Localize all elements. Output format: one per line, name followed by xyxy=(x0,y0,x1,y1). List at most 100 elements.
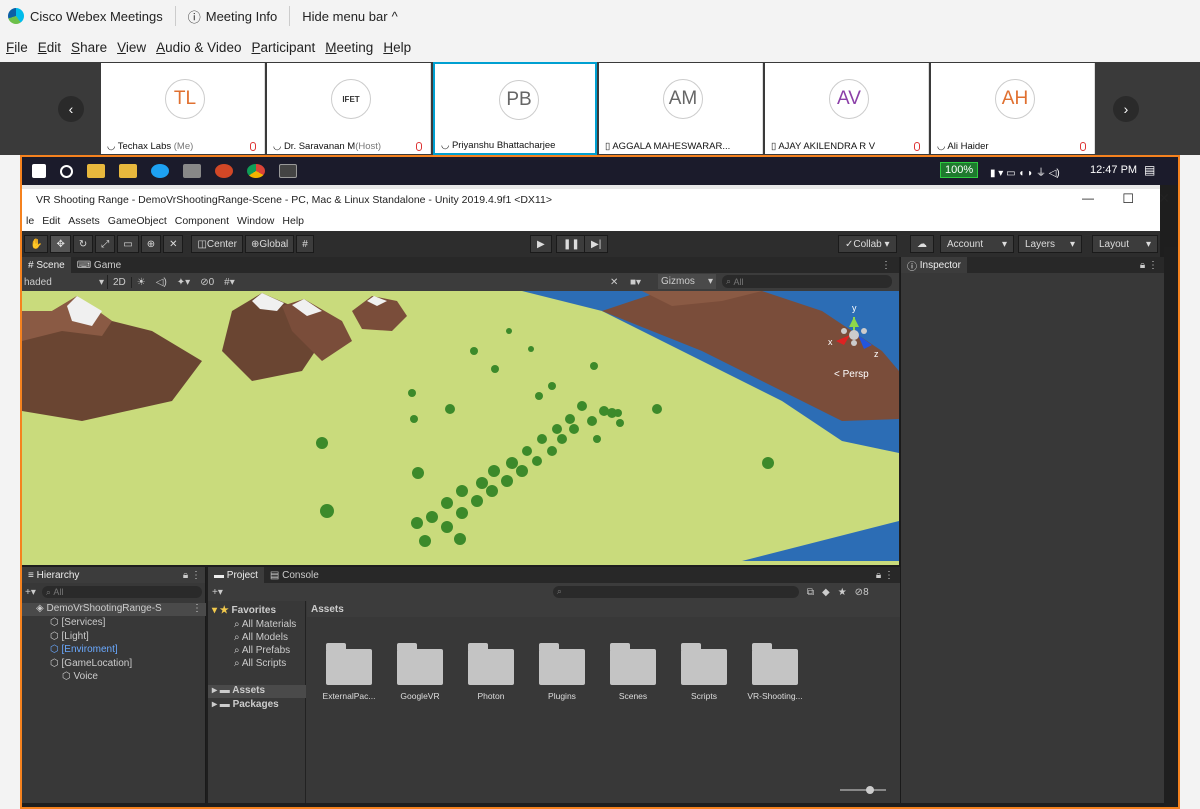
chrome-icon[interactable] xyxy=(247,164,265,178)
minimize-button[interactable]: — xyxy=(1082,191,1094,205)
maximize-button[interactable]: ☐ xyxy=(1122,191,1134,207)
rect-tool-icon[interactable]: ▭ xyxy=(117,235,139,253)
folder-label[interactable]: Photon xyxy=(456,691,526,701)
move-tool-icon[interactable]: ✥ xyxy=(50,235,71,253)
grid-toggle-icon[interactable]: #▾ xyxy=(224,277,235,288)
step-button[interactable]: ▶| xyxy=(584,235,609,253)
perspective-label[interactable]: < Persp xyxy=(834,369,869,380)
project-search-input[interactable]: ⌕ xyxy=(552,586,799,598)
cloud-icon[interactable]: ☁ xyxy=(910,235,934,253)
layers-dropdown[interactable]: Layers ▾ xyxy=(1018,235,1082,253)
clock[interactable]: 12:47 PM xyxy=(1090,164,1137,176)
transform-tool-icon[interactable]: ⊕ xyxy=(140,235,162,253)
muted-mic-icon[interactable] xyxy=(1080,142,1086,151)
hierarchy-root-row[interactable]: ◈ DemoVrShootingRange-S ⋮ xyxy=(22,603,206,616)
strip-prev-button[interactable]: ‹ xyxy=(58,96,84,122)
hierarchy-search-input[interactable]: ⌕ All xyxy=(41,586,202,598)
custom-tool-icon[interactable]: ✕ xyxy=(163,235,184,253)
file-explorer-icon[interactable] xyxy=(87,164,105,178)
assets-breadcrumb[interactable]: Assets xyxy=(307,601,900,617)
menu-meeting[interactable]: Meeting xyxy=(325,40,373,55)
lock-icon[interactable]: 🔒︎ ⋮ xyxy=(876,570,894,581)
folder-icon[interactable] xyxy=(610,643,656,685)
menu-component[interactable]: Component xyxy=(175,215,229,227)
grid-snap-icon[interactable]: # xyxy=(296,235,314,253)
menu-file[interactable]: File xyxy=(6,40,28,55)
gizmos-dropdown[interactable]: Gizmos ▾ xyxy=(658,274,716,289)
strip-next-button[interactable]: › xyxy=(1113,96,1139,122)
hidden-objects-toggle[interactable]: ⊘0 xyxy=(200,277,214,288)
effects-toggle-icon[interactable]: ✦▾ xyxy=(177,277,190,288)
unity-icon[interactable] xyxy=(279,164,297,178)
slider-handle[interactable] xyxy=(866,786,874,794)
hierarchy-item[interactable]: ⬡ [Enviroment] xyxy=(50,644,118,655)
hierarchy-item[interactable]: ⬡ [Light] xyxy=(50,631,89,642)
hierarchy-item[interactable]: ⬡ Voice xyxy=(62,671,98,682)
hide-menu-bar-button[interactable]: Hide menu bar xyxy=(302,9,387,24)
tab-console[interactable]: ▤ Console xyxy=(264,567,325,583)
lighting-toggle-icon[interactable]: ☀ xyxy=(137,277,146,288)
folder-icon[interactable] xyxy=(752,643,798,685)
create-asset-button[interactable]: +▾ xyxy=(212,587,223,598)
hierarchy-item[interactable]: ⬡ [Services] xyxy=(50,617,105,628)
skype-icon[interactable] xyxy=(151,164,169,178)
assets-root-item[interactable]: ▸ ▬ Assets xyxy=(208,685,306,698)
battery-indicator[interactable]: 100% xyxy=(940,162,979,178)
hierarchy-item[interactable]: ⬡ [GameLocation] xyxy=(50,658,132,669)
folder-label[interactable]: Scenes xyxy=(598,691,668,701)
filter-label-icon[interactable]: ◆ xyxy=(822,587,830,598)
favorites-header[interactable]: ▾ ★ Favorites xyxy=(212,605,276,616)
menu-audio-video[interactable]: Audio & Video xyxy=(156,40,241,55)
menu-help[interactable]: Help xyxy=(282,215,304,227)
participant-tile[interactable]: IFET ◡ Dr. Saravanan M(Host) xyxy=(267,63,431,154)
thumbnail-size-slider[interactable] xyxy=(840,786,886,794)
folder-label[interactable]: Scripts xyxy=(669,691,739,701)
shading-mode-dropdown[interactable]: haded ▾ xyxy=(22,275,108,289)
menu-assets[interactable]: Assets xyxy=(68,215,100,227)
menu-file[interactable]: le xyxy=(26,215,34,227)
tab-inspector[interactable]: ⓘ Inspector xyxy=(901,257,967,273)
search-icon[interactable] xyxy=(60,164,73,178)
folder-icon[interactable] xyxy=(681,643,727,685)
play-button[interactable]: ▶ xyxy=(530,235,552,253)
folder-icon[interactable] xyxy=(539,643,585,685)
app-icon[interactable] xyxy=(183,164,201,178)
favorite-item[interactable]: ⌕ All Prefabs xyxy=(234,645,290,656)
menu-window[interactable]: Window xyxy=(237,215,274,227)
participant-tile[interactable]: TL ◡ Techax Labs (Me) xyxy=(101,63,265,154)
rotate-tool-icon[interactable]: ↻ xyxy=(72,235,94,253)
filter-type-icon[interactable]: ⧉ xyxy=(807,587,814,598)
participant-tile[interactable]: AM ▯ AGGALA MAHESWARAR... xyxy=(599,63,763,154)
app-icon[interactable] xyxy=(119,164,137,178)
scene-view[interactable]: y x z < Persp xyxy=(22,291,899,565)
global-button[interactable]: ⊕ Global xyxy=(244,235,295,253)
notifications-icon[interactable]: ▤ xyxy=(1144,163,1155,177)
folder-label[interactable]: GoogleVR xyxy=(385,691,455,701)
close-button[interactable]: ✕ xyxy=(1158,190,1170,207)
participant-tile-active-speaker[interactable]: PB ◡ Priyanshu Bhattacharjee xyxy=(433,62,597,155)
scene-search-input[interactable]: ⌕ All xyxy=(722,275,892,288)
menu-edit[interactable]: Edit xyxy=(38,40,61,55)
menu-participant[interactable]: Participant xyxy=(251,40,315,55)
folder-label[interactable]: ExternalPac... xyxy=(314,691,384,701)
folder-label[interactable]: Plugins xyxy=(527,691,597,701)
menu-view[interactable]: View xyxy=(117,40,146,55)
tab-project[interactable]: ▬ Project xyxy=(208,567,264,583)
tab-game[interactable]: ⌨ Game xyxy=(71,257,127,273)
favorite-item[interactable]: ⌕ All Models xyxy=(234,632,288,643)
pivot-center-button[interactable]: ◫ Center xyxy=(191,235,243,253)
folder-label[interactable]: VR-Shooting... xyxy=(740,691,810,701)
folder-icon[interactable] xyxy=(468,643,514,685)
muted-mic-icon[interactable] xyxy=(416,142,422,151)
scale-tool-icon[interactable]: ⤢ xyxy=(95,235,116,253)
menu-share[interactable]: Share xyxy=(71,40,107,55)
meeting-info-button[interactable]: Meeting Info xyxy=(206,9,278,24)
participant-tile[interactable]: AV ▯ AJAY AKILENDRA R V xyxy=(765,63,929,154)
more-options-icon[interactable]: ⋮ xyxy=(881,260,891,271)
packages-root-item[interactable]: ▸ ▬ Packages xyxy=(212,699,279,710)
account-dropdown[interactable]: Account ▾ xyxy=(940,235,1014,253)
folder-icon[interactable] xyxy=(326,643,372,685)
audio-toggle-icon[interactable]: ◁) xyxy=(156,277,167,288)
lock-icon[interactable]: 🔒︎ ⋮ xyxy=(183,570,201,581)
tab-hierarchy[interactable]: ≡ Hierarchy xyxy=(22,567,86,583)
